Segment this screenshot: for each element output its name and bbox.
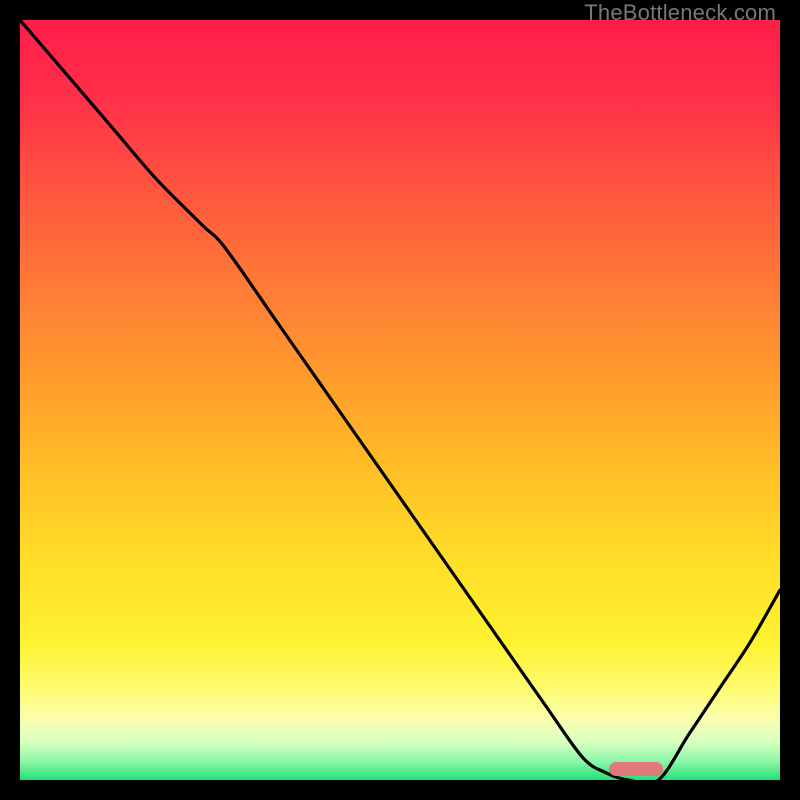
- bottleneck-curve: [20, 20, 780, 780]
- optimal-marker: [609, 762, 663, 776]
- chart-frame: TheBottleneck.com: [0, 0, 800, 800]
- watermark-text: TheBottleneck.com: [584, 0, 776, 26]
- plot-area: [20, 20, 780, 780]
